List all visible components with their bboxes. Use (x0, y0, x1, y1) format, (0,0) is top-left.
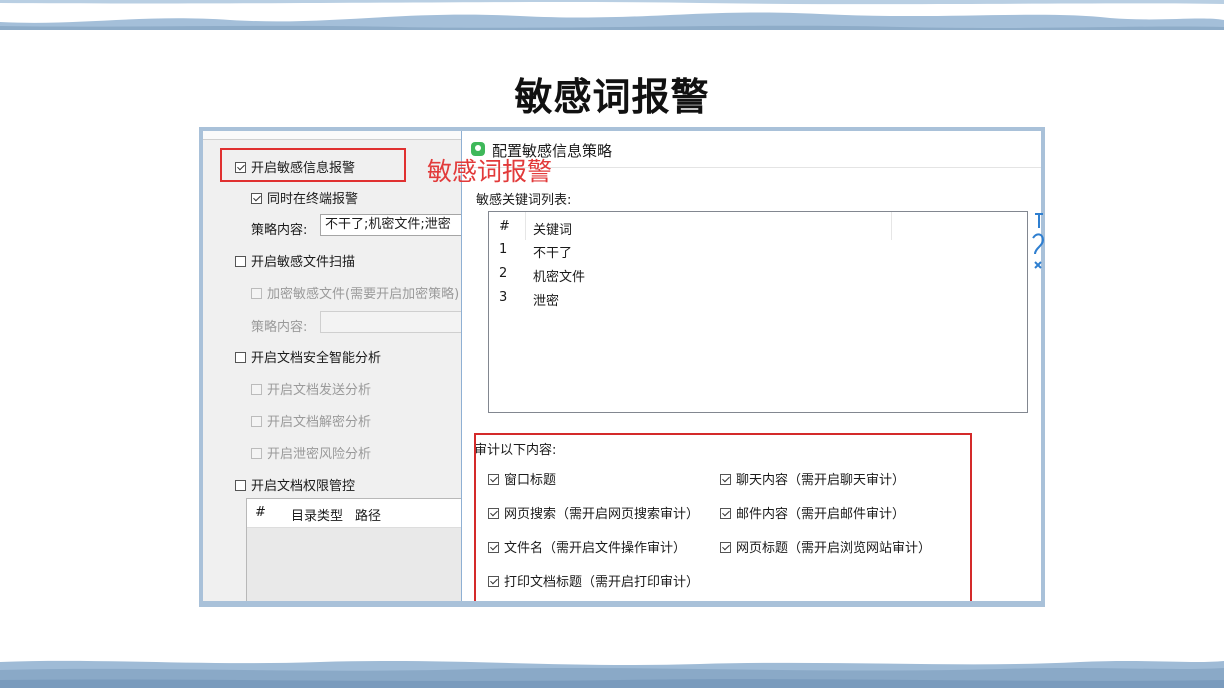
audit-window-title[interactable]: 窗口标题 (488, 469, 556, 488)
policy-content-input[interactable]: 不干了;机密文件;泄密 (320, 214, 465, 236)
audit-mail-content[interactable]: 邮件内容（需开启邮件审计） (720, 503, 905, 522)
kw-row-num: 2 (499, 266, 508, 281)
checkbox[interactable] (720, 542, 731, 553)
policy2-label: 策略内容: (251, 320, 308, 335)
checkbox[interactable] (720, 474, 731, 485)
doc-analysis-checkbox[interactable] (235, 352, 246, 363)
checkbox[interactable] (488, 508, 499, 519)
directory-table[interactable]: # 目录类型 路径 (246, 498, 462, 601)
kw-row-num: 3 (499, 290, 508, 305)
policy-label: 策略内容: (251, 223, 308, 238)
clipped-edge-icon (1031, 210, 1045, 270)
slide-title: 敏感词报警 (514, 75, 710, 119)
audit-page-title-label: 网页标题（需开启浏览网站审计） (736, 541, 932, 556)
keywords-table-header: # 关键词 (489, 212, 1027, 240)
audit-window-title-label: 窗口标题 (504, 473, 557, 488)
doc-analysis-option[interactable]: 开启文档安全智能分析 (235, 347, 381, 366)
doc-decrypt-checkbox (251, 416, 262, 427)
sensitive-policy-dialog: 配置敏感信息策略 敏感关键词列表: # 关键词 1 不干了 2 机密文件 3 泄… (461, 131, 1041, 601)
dir-col-index: # (255, 505, 266, 520)
panel-top-strip (203, 131, 465, 140)
keywords-label: 敏感关键词列表: (476, 193, 572, 208)
directory-table-header: # 目录类型 路径 (247, 499, 461, 528)
audit-web-search[interactable]: 网页搜索（需开启网页搜索审计） (488, 503, 699, 522)
leak-risk-option: 开启泄密风险分析 (251, 443, 371, 462)
audit-chat-content[interactable]: 聊天内容（需开启聊天审计） (720, 469, 905, 488)
checkbox[interactable] (720, 508, 731, 519)
kw-row-keyword: 机密文件 (533, 270, 586, 285)
checkbox[interactable] (488, 542, 499, 553)
leak-risk-checkbox (251, 448, 262, 459)
kw-col-index: # (499, 219, 510, 234)
audit-file-name[interactable]: 文件名（需开启文件操作审计） (488, 537, 686, 556)
alert-highlight-box (220, 148, 406, 182)
table-row[interactable]: 1 不干了 (489, 240, 1027, 264)
encrypt-files-checkbox (251, 288, 262, 299)
table-row[interactable]: 2 机密文件 (489, 264, 1027, 288)
doc-send-label: 开启文档发送分析 (267, 383, 372, 398)
kw-row-num: 1 (499, 242, 508, 257)
encrypt-files-label: 加密敏感文件(需要开启加密策略) (267, 287, 460, 302)
file-scan-checkbox[interactable] (235, 256, 246, 267)
kw-row-keyword: 泄密 (533, 294, 560, 309)
terminal-alert-checkbox[interactable] (251, 193, 262, 204)
audit-mail-content-label: 邮件内容（需开启邮件审计） (736, 507, 906, 522)
checkbox[interactable] (488, 576, 499, 587)
annotation-label: 敏感词报警 (427, 157, 553, 186)
doc-permission-checkbox[interactable] (235, 480, 246, 491)
kw-row-keyword: 不干了 (533, 246, 573, 261)
audit-print-title[interactable]: 打印文档标题（需开启打印审计） (488, 571, 699, 590)
doc-permission-label: 开启文档权限管控 (251, 479, 356, 494)
bottom-decorative-band (0, 656, 1224, 688)
top-decorative-band (0, 0, 1224, 30)
kw-col-keyword: 关键词 (533, 223, 573, 238)
screenshot-frame: 开启敏感信息报警 同时在终端报警 策略内容: 不干了;机密文件;泄密 开启敏感文… (199, 127, 1045, 607)
policy2-content-input (320, 311, 465, 333)
leak-risk-label: 开启泄密风险分析 (267, 447, 372, 462)
kw-col-keyword-cell: 关键词 (525, 212, 892, 240)
audit-print-title-label: 打印文档标题（需开启打印审计） (504, 575, 700, 590)
doc-decrypt-label: 开启文档解密分析 (267, 415, 372, 430)
doc-permission-option[interactable]: 开启文档权限管控 (235, 475, 355, 494)
doc-send-option: 开启文档发送分析 (251, 379, 371, 398)
audit-chat-content-label: 聊天内容（需开启聊天审计） (736, 473, 906, 488)
audit-page-title[interactable]: 网页标题（需开启浏览网站审计） (720, 537, 931, 556)
settings-panel: 开启敏感信息报警 同时在终端报警 策略内容: 不干了;机密文件;泄密 开启敏感文… (203, 131, 465, 601)
dir-col-path: 路径 (355, 509, 382, 524)
file-scan-option[interactable]: 开启敏感文件扫描 (235, 251, 355, 270)
audit-web-search-label: 网页搜索（需开启网页搜索审计） (504, 507, 700, 522)
doc-analysis-label: 开启文档安全智能分析 (251, 351, 382, 366)
doc-decrypt-option: 开启文档解密分析 (251, 411, 371, 430)
doc-send-checkbox (251, 384, 262, 395)
audit-file-name-label: 文件名（需开启文件操作审计） (504, 541, 687, 556)
kw-col-index-cell: # (489, 212, 526, 240)
checkbox[interactable] (488, 474, 499, 485)
table-row[interactable]: 3 泄密 (489, 288, 1027, 312)
keywords-table[interactable]: # 关键词 1 不干了 2 机密文件 3 泄密 (488, 211, 1028, 413)
encrypt-files-option: 加密敏感文件(需要开启加密策略) (251, 283, 459, 302)
terminal-alert-label: 同时在终端报警 (267, 192, 359, 207)
dir-col-type: 目录类型 (291, 509, 344, 524)
file-scan-label: 开启敏感文件扫描 (251, 255, 356, 270)
terminal-alert-option[interactable]: 同时在终端报警 (251, 188, 358, 207)
